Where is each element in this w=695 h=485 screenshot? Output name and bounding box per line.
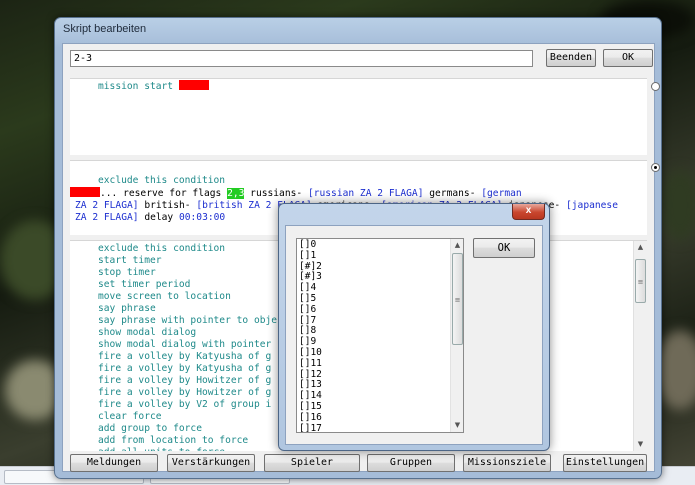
action-param: [russian ZA 2 FLAGA] [307,188,424,199]
command-list-item[interactable]: exclude this condition [98,243,277,255]
command-list-item[interactable]: fire a volley by Katyusha of g [98,363,277,375]
action-radio[interactable] [651,163,660,172]
command-list-item[interactable]: fire a volley by Katyusha of g [98,351,277,363]
flag-list-item[interactable]: []4 [297,282,463,294]
trigger-radio[interactable] [651,82,660,91]
ok-button[interactable]: OK [603,49,653,67]
bottom-button-meldungen[interactable]: Meldungen [70,454,158,472]
command-list-item[interactable]: clear force [98,411,277,423]
flag-select-dialog: x []0 []1 [#]2 [#]3 []4 []5 []6 []7 []8 []9 []10[]… [278,203,550,451]
flag-list-item[interactable]: [#]3 [297,272,463,283]
background-scenery [660,170,695,240]
scroll-up-icon[interactable]: ▲ [451,239,463,252]
action-text: british- [138,200,197,211]
dialog-client: []0 []1 [#]2 [#]3 []4 []5 []6 []7 []8 []9 []10 []11… [285,225,543,445]
action-text: ... reserve for flags [100,188,228,199]
action-text: germans- [423,188,482,199]
command-list-item[interactable]: fire a volley by V2 of group i [98,399,277,411]
action-param: ZA 2 FLAGA] [75,212,139,223]
command-list-item[interactable]: say phrase with pointer to obje [98,315,277,327]
command-list-item[interactable]: move screen to location [98,291,277,303]
flag-list-item[interactable]: []8 [297,326,463,337]
flag-list-item[interactable]: []6 [297,304,463,316]
trigger-text: mission start [98,81,174,92]
command-list-scrollbar[interactable]: ▲ ≡ ▼ [633,241,647,451]
trigger-panel[interactable]: mission start [70,78,647,155]
command-list-item[interactable]: stop timer [98,267,277,279]
command-list-item[interactable]: say phrase [98,303,277,315]
command-list-item[interactable]: fire a volley by Howitzer of g [98,375,277,387]
command-list-item[interactable]: fire a volley by Howitzer of g [98,387,277,399]
flag-list-item[interactable]: [#]2 [297,261,463,273]
action-param: 00:03:00 [178,212,226,223]
command-list-item[interactable]: set timer period [98,279,277,291]
flag-list-item[interactable]: []5 [297,293,463,305]
flag-list-scrollbar[interactable]: ▲ ≡ ▼ [450,239,463,432]
flag-list-item[interactable]: []0 [297,239,463,251]
action-param: [japanese [566,200,618,211]
bottom-button-gruppen[interactable]: Gruppen [367,454,455,472]
scroll-down-icon[interactable]: ▼ [634,438,647,451]
command-list-item[interactable]: show modal dialog with pointer [98,339,277,351]
script-name-input[interactable]: 2-3 [70,50,533,67]
scroll-thumb[interactable]: ≡ [635,259,646,303]
action-text: delay [138,212,179,223]
exclude-label: exclude this condition [98,175,226,186]
flag-list-item[interactable]: []11 [297,358,463,370]
flag-list-items: []0 []1 [#]2 [#]3 []4 []5 []6 []7 []8 []9 []10 []11… [297,239,463,432]
scroll-up-icon[interactable]: ▲ [634,241,647,254]
flag-list-item[interactable]: []14 [297,390,463,402]
beenden-button[interactable]: Beenden [546,49,596,67]
bottom-button-missionsziele[interactable]: Missionsziele [463,454,551,472]
bottom-button-einstellungen[interactable]: Einstellungen [563,454,647,472]
flag-list-item[interactable]: []12 [297,369,463,381]
red-marker [70,187,100,197]
command-list-item[interactable]: add from location to force [98,435,277,447]
trigger-line: mission start [98,80,209,93]
scroll-down-icon[interactable]: ▼ [451,419,463,432]
red-marker [178,80,209,90]
flags-highlight: 2,3 [227,188,245,199]
scroll-thumb[interactable]: ≡ [452,253,463,345]
flag-list-item[interactable]: []1 [297,250,463,262]
action-param: ZA 2 FLAGA] [75,200,139,211]
command-list: exclude this condition start timer stop ti… [98,243,277,451]
flag-list[interactable]: []0 []1 [#]2 [#]3 []4 []5 []6 []7 []8 []9 []10 []11… [296,238,464,433]
bottom-button-verstrkungen[interactable]: Verstärkungen [167,454,255,472]
window-title: Skript bearbeiten [63,23,147,35]
bottom-button-spieler[interactable]: Spieler [264,454,360,472]
flag-list-item[interactable]: []17 [297,423,463,432]
dialog-ok-button[interactable]: OK [473,238,535,258]
flag-list-item[interactable]: []7 [297,315,463,327]
command-list-item[interactable]: start timer [98,255,277,267]
command-list-item[interactable]: show modal dialog [98,327,277,339]
flag-list-item[interactable]: []16 [297,412,463,424]
command-list-item[interactable]: add group to force [98,423,277,435]
close-icon[interactable]: x [512,204,545,220]
action-param: [german [481,188,522,199]
action-text: russians- [244,188,308,199]
command-list-item[interactable]: add all units to force [98,447,277,451]
